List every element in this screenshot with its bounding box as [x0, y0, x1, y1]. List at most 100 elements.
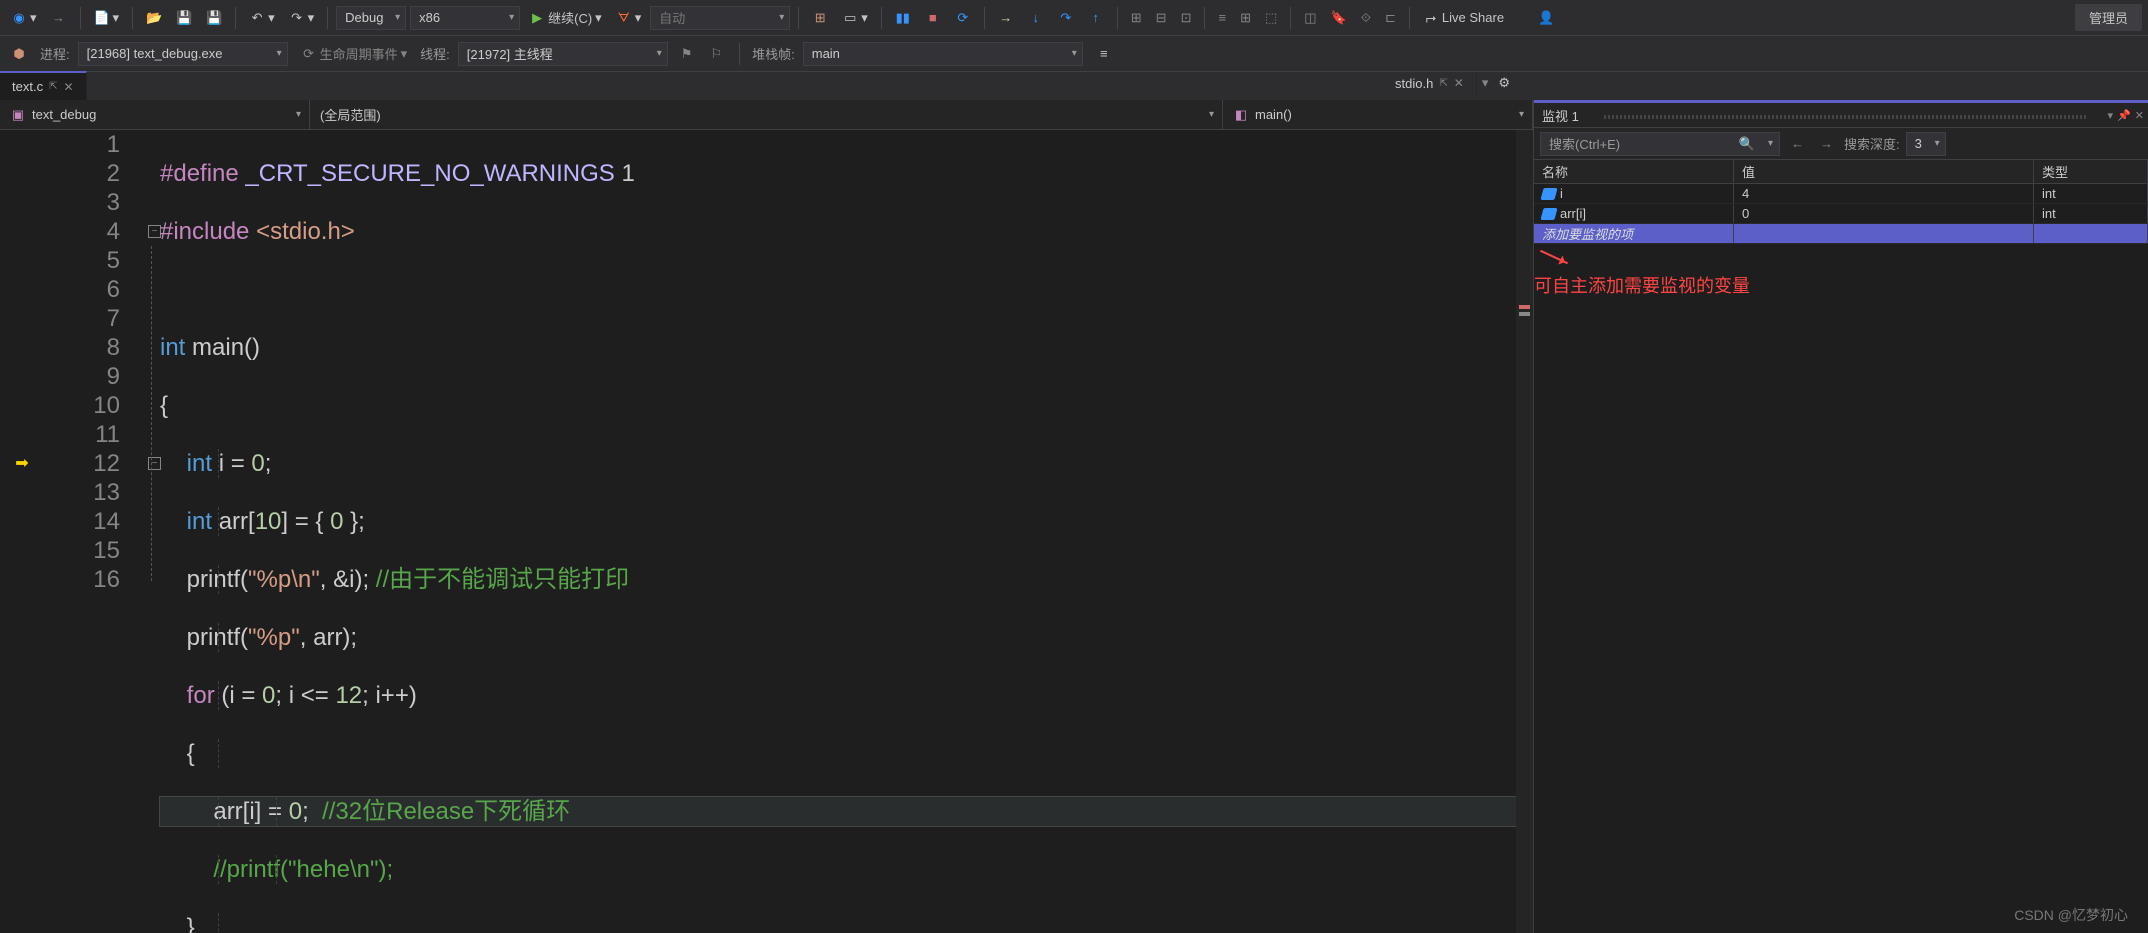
stop-button[interactable]: ■ — [920, 7, 946, 29]
list-icon: ≡ — [1096, 46, 1112, 62]
admin-button[interactable]: 管理员 — [2075, 4, 2142, 31]
col-name[interactable]: 名称 — [1534, 160, 1734, 183]
pause-button[interactable]: ▮▮ — [890, 7, 916, 29]
tool2-button[interactable]: ▭▾ — [837, 7, 873, 29]
redo-icon: ↷ — [289, 10, 305, 26]
stackframe-label: 堆栈帧: — [752, 44, 795, 63]
step-into-icon: ↓ — [1028, 10, 1044, 26]
share-icon: ⮣ — [1423, 10, 1439, 26]
open-button[interactable]: 📂 — [141, 7, 167, 29]
nav-forward-button: → — [46, 7, 72, 29]
nav-back-button[interactable]: ◉▾ — [6, 7, 42, 29]
cycle-icon: ⟳ — [301, 46, 317, 62]
var-icon — [1540, 188, 1557, 200]
main-toolbar: ◉▾ → 📄▾ 📂 💾 💾 ↶▾ ↷▾ Debug x86 ▶继续(C) ▾ ᗊ… — [0, 0, 2148, 36]
overview-ruler[interactable] — [1516, 130, 1533, 933]
pin-icon[interactable]: ⇱ — [1439, 78, 1447, 89]
flag1-button[interactable]: ⚑ — [676, 43, 698, 65]
new-item-button[interactable]: 📄▾ — [89, 7, 125, 29]
watermark: CSDN @忆梦初心 — [2014, 905, 2128, 925]
thread-combo[interactable]: [21972] 主线程 — [458, 42, 668, 66]
flag2-button[interactable]: ⚐ — [705, 43, 727, 65]
nav-next-button[interactable]: → — [1815, 133, 1838, 154]
editor-area: stdio.h ⇱ ✕ ▾ ⚙ ▣ text_debug (全局范围) ◧ ma… — [0, 100, 1533, 933]
step-into-button[interactable]: ↓ — [1023, 7, 1049, 29]
close-tab-icon[interactable]: ✕ — [1454, 76, 1464, 90]
auto-combo[interactable]: 自动 — [650, 6, 790, 30]
person-icon: 👤 — [1538, 10, 1554, 26]
close-tab-icon[interactable]: ✕ — [63, 80, 73, 94]
next-stmt-button[interactable]: → — [993, 7, 1019, 29]
undo-icon: ↶ — [249, 10, 265, 26]
tab-text-c[interactable]: text.c ⇱ ✕ — [0, 71, 87, 100]
col-type[interactable]: 类型 — [2034, 160, 2148, 183]
watch-search-row: 搜索(Ctrl+E) 🔍 ← → 搜索深度: 3 — [1534, 128, 2148, 160]
tb-c[interactable]: ⬚ — [1260, 7, 1282, 29]
save-icon: 💾 — [176, 10, 192, 26]
col-value[interactable]: 值 — [1734, 160, 2034, 183]
tb-e[interactable]: ⟐ — [1356, 7, 1376, 29]
db3-button[interactable]: ⊡ — [1176, 7, 1197, 29]
nav-prev-button[interactable]: ← — [1786, 133, 1809, 154]
nav-bar: ▣ text_debug (全局范围) ◧ main() — [0, 100, 1533, 130]
window-icon: ▭ — [842, 10, 858, 26]
window-menu-icon[interactable]: ▾ — [2108, 109, 2114, 122]
tab-overflow[interactable]: ▾ — [1477, 72, 1494, 94]
hot-reload-button[interactable]: ᗊ▾ — [611, 7, 647, 29]
save-all-button[interactable]: 💾 — [201, 7, 227, 29]
bookmark-button[interactable]: 🔖 — [1326, 7, 1352, 29]
db2-button[interactable]: ⊟ — [1151, 7, 1172, 29]
sf-icon-button[interactable]: ≡ — [1091, 43, 1117, 65]
redo-button[interactable]: ↷▾ — [284, 7, 320, 29]
save-button[interactable]: 💾 — [171, 7, 197, 29]
stop-icon: ■ — [925, 10, 941, 26]
tb-f[interactable]: ⊏ — [1380, 7, 1401, 29]
project-combo[interactable]: ▣ text_debug — [0, 100, 310, 129]
lifecycle-button[interactable]: ⟳生命周期事件 ▾ — [296, 41, 413, 66]
step-over-button[interactable]: ↷ — [1053, 7, 1079, 29]
code-editor[interactable]: 1 2 3 4 5 6 7 8 9 10 11 12 13 14 15 16 ➡… — [0, 130, 1533, 933]
watch-row[interactable]: i 4 int — [1534, 184, 2148, 204]
annotation-text: 可自主添加需要监视的变量 — [1534, 272, 1750, 298]
pause-icon: ▮▮ — [895, 10, 911, 26]
var-icon — [1540, 208, 1557, 220]
flame-icon: ᗊ — [616, 10, 632, 26]
process-combo[interactable]: [21968] text_debug.exe — [78, 42, 288, 66]
feedback-button[interactable]: 👤 — [1533, 7, 1559, 29]
tab-stdio-h[interactable]: stdio.h ⇱ ✕ — [1383, 72, 1477, 94]
platform-combo[interactable]: x86 — [410, 6, 520, 30]
liveshare-button[interactable]: ⮣Live Share — [1418, 7, 1509, 29]
search-icon: 🔍 — [1739, 136, 1755, 152]
step-out-icon: ↑ — [1088, 10, 1104, 26]
pin-icon[interactable]: ⇱ — [49, 81, 57, 92]
depth-combo[interactable]: 3 — [1906, 132, 1946, 156]
stackframe-combo[interactable]: main — [803, 42, 1083, 66]
tb-d[interactable]: ◫ — [1299, 7, 1321, 29]
db1-button[interactable]: ⊞ — [1126, 7, 1147, 29]
process-icon-button[interactable]: ⬢ — [6, 43, 32, 65]
undo-button[interactable]: ↶▾ — [244, 7, 280, 29]
watch-search-input[interactable]: 搜索(Ctrl+E) 🔍 — [1540, 132, 1780, 156]
pin-icon[interactable]: 📌 — [2117, 109, 2131, 122]
new-icon: 📄 — [94, 10, 110, 26]
debug-toolbar: ⬢ 进程: [21968] text_debug.exe ⟳生命周期事件 ▾ 线… — [0, 36, 2148, 72]
close-icon[interactable]: ✕ — [2135, 109, 2144, 122]
restart-button[interactable]: ⟳ — [950, 7, 976, 29]
watch-table-header: 名称 值 类型 — [1534, 160, 2148, 184]
tb-a[interactable]: ≡ — [1213, 7, 1231, 28]
cube-icon: ⬢ — [11, 46, 27, 62]
watch-header[interactable]: 监视 1 ▾ 📌 ✕ — [1534, 100, 2148, 128]
tb-b[interactable]: ⊞ — [1235, 7, 1256, 29]
thread-label: 线程: — [420, 44, 450, 63]
tab-settings-icon[interactable]: ⚙ — [1493, 72, 1515, 94]
depth-label: 搜索深度: — [1844, 134, 1900, 153]
tool1-button[interactable]: ⊞ — [807, 7, 833, 29]
watch-row[interactable]: arr[i] 0 int — [1534, 204, 2148, 224]
watch-add-row[interactable]: 添加要监视的项 — [1534, 224, 2148, 244]
config-combo[interactable]: Debug — [336, 6, 406, 30]
continue-button[interactable]: ▶继续(C) ▾ — [524, 5, 607, 30]
step-out-button[interactable]: ↑ — [1083, 7, 1109, 29]
func-combo[interactable]: ◧ main() — [1223, 100, 1533, 129]
scope-combo[interactable]: (全局范围) — [310, 100, 1223, 129]
arrow-icon: → — [998, 10, 1014, 26]
